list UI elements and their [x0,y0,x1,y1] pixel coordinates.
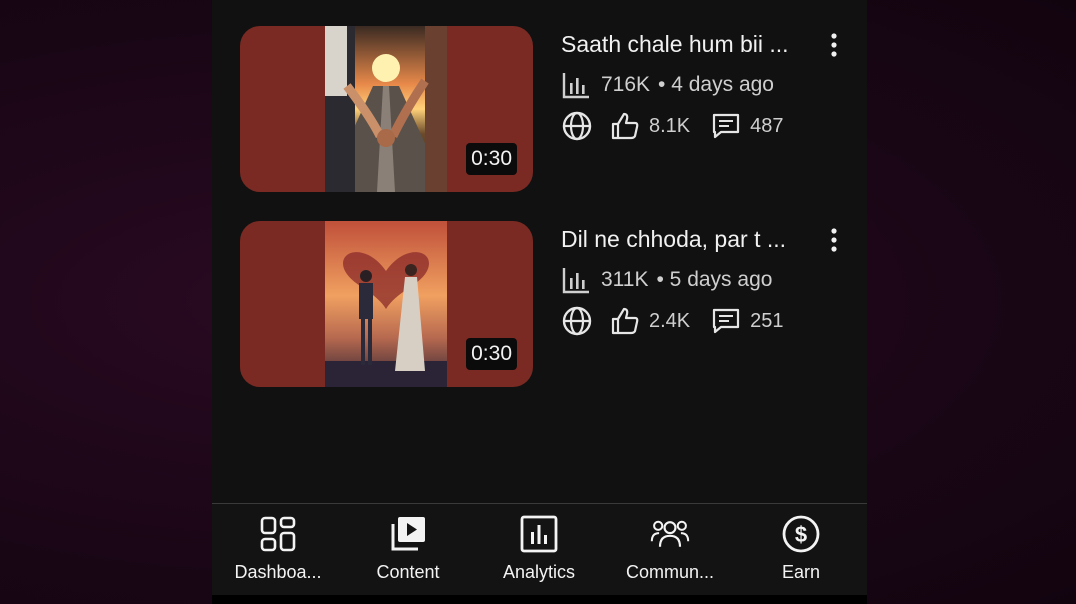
analytics-icon [520,515,558,553]
nav-label: Analytics [502,562,576,582]
thumbs-up-icon [611,307,639,335]
nav-item-community[interactable]: Commun... [605,514,735,592]
view-count: 311K [601,268,649,291]
globe-icon [562,111,592,141]
more-options-icon[interactable] [827,32,841,58]
svg-text:$: $ [795,522,807,547]
like-count: 8.1K [649,114,691,137]
video-thumbnail[interactable]: 0:30 [240,221,533,387]
view-stats: 716K • 4 days ago [561,70,774,100]
like-count: 2.4K [649,309,691,332]
duration-badge: 0:30 [466,338,517,370]
view-stats: 311K • 5 days ago [561,265,772,295]
engagement-stats: 8.1K 487 [561,110,784,142]
nav-item-analytics[interactable]: Analytics [474,514,604,592]
earn-icon: $ [782,515,820,553]
nav-label: Content [376,562,440,582]
thumbnail-image [325,26,447,192]
duration-badge: 0:30 [466,143,517,175]
video-list-item[interactable]: 0:30 Saath chale hum bii ... 716K • 4 da… [240,26,860,192]
bar-chart-icon [562,268,589,294]
upload-age: • 4 days ago [658,73,774,96]
video-title[interactable]: Saath chale hum bii ... [561,31,813,58]
video-thumbnail[interactable]: 0:30 [240,26,533,192]
nav-label: Earn [781,562,821,582]
dashboard-icon [260,516,296,552]
nav-item-earn[interactable]: $ Earn [736,514,866,592]
engagement-stats: 2.4K 251 [561,305,784,337]
view-count: 716K [601,73,651,96]
nav-item-content[interactable]: Content [343,514,473,592]
content-icon [391,517,425,551]
more-options-icon[interactable] [827,227,841,253]
nav-label: Dashboa... [234,562,322,582]
comment-icon [713,113,740,139]
bar-chart-icon [562,73,589,99]
thumbs-up-icon [611,112,639,140]
thumbnail-image [325,221,447,387]
system-bar [212,595,867,604]
app-screen: 0:30 Saath chale hum bii ... 716K • 4 da… [212,0,867,604]
nav-label: Commun... [625,562,715,582]
upload-age: • 5 days ago [656,268,773,291]
bottom-navigation: Dashboa... Content Analytics Commun... $… [212,503,867,596]
comment-icon [713,308,740,334]
nav-item-dashboard[interactable]: Dashboa... [213,514,343,592]
globe-icon [562,306,592,336]
community-icon [650,520,690,547]
video-list-item[interactable]: 0:30 Dil ne chhoda, par t ... 311K • 5 d… [240,221,860,387]
comment-count: 251 [750,309,784,332]
video-title[interactable]: Dil ne chhoda, par t ... [561,226,813,253]
comment-count: 487 [750,114,784,137]
